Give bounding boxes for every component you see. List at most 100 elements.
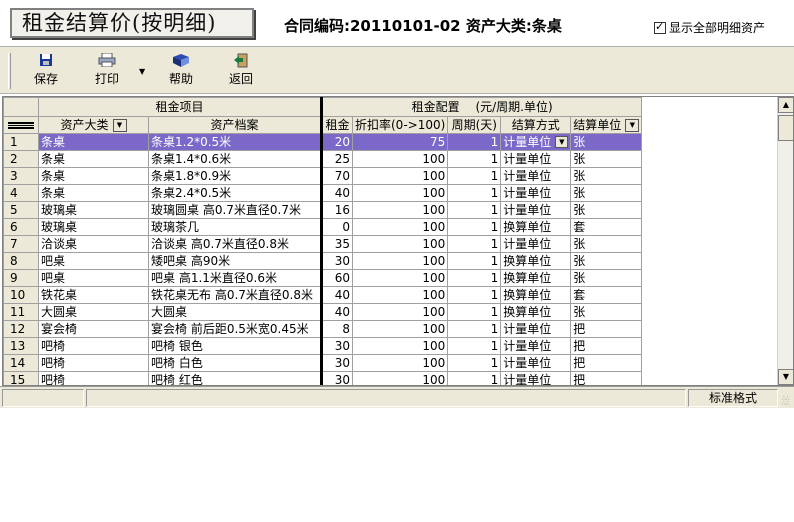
cell-archive[interactable]: 铁花桌无布 高0.7米直径0.8米 [148, 286, 323, 304]
cell-settle-method[interactable]: 计量单位 [500, 184, 572, 202]
cell-discount[interactable]: 100 [351, 320, 449, 338]
cell-category[interactable]: 铁花桌 [38, 286, 149, 304]
cell-category[interactable]: 条桌 [38, 133, 149, 151]
table-row[interactable]: 7 洽谈桌 洽谈桌 高0.7米直径0.8米 35 100 1 计量单位张 [3, 235, 643, 253]
cell-discount[interactable]: 100 [351, 252, 449, 270]
cell-period[interactable]: 1 [447, 286, 502, 304]
cell-rent[interactable]: 40 [321, 303, 353, 321]
cell-category[interactable]: 吧椅 [38, 371, 149, 385]
cell-archive[interactable]: 玻璃圆桌 高0.7米直径0.7米 [148, 201, 323, 219]
cell-settle-method[interactable]: 计量单位 [500, 354, 572, 372]
cell-rent[interactable]: 40 [321, 286, 353, 304]
cell-discount[interactable]: 100 [351, 184, 449, 202]
cell-settle-method[interactable]: 计量单位 [500, 150, 572, 168]
row-number[interactable]: 2 [3, 150, 39, 168]
column-header-category[interactable]: 资产大类 ▼ [38, 116, 149, 134]
table-row[interactable]: 8 吧桌 矮吧桌 高90米 30 100 1 换算单位张 [3, 252, 643, 270]
cell-category[interactable]: 玻璃桌 [38, 218, 149, 236]
row-number[interactable]: 11 [3, 303, 39, 321]
scroll-down-icon[interactable]: ▼ [778, 369, 793, 385]
column-header-period[interactable]: 周期(天) [447, 116, 502, 134]
cell-archive[interactable]: 吧椅 白色 [148, 354, 323, 372]
cell-settle-method[interactable]: 计量单位 [500, 201, 572, 219]
table-row[interactable]: 6 玻璃桌 玻璃茶几 0 100 1 换算单位套 [3, 218, 643, 236]
cell-discount[interactable]: 100 [351, 303, 449, 321]
cell-settle-unit[interactable]: 把 [570, 337, 643, 355]
row-number[interactable]: 15 [3, 371, 39, 385]
cell-rent[interactable]: 35 [321, 235, 353, 253]
cell-rent[interactable]: 30 [321, 354, 353, 372]
cell-rent[interactable]: 30 [321, 337, 353, 355]
cell-category[interactable]: 吧椅 [38, 337, 149, 355]
cell-discount[interactable]: 100 [351, 235, 449, 253]
row-number[interactable]: 3 [3, 167, 39, 185]
cell-period[interactable]: 1 [447, 133, 502, 151]
cell-archive[interactable]: 玻璃茶几 [148, 218, 323, 236]
cell-dropdown-icon[interactable]: ▼ [555, 135, 569, 148]
cell-archive[interactable]: 吧椅 银色 [148, 337, 323, 355]
scroll-up-icon[interactable]: ▲ [778, 97, 793, 113]
rent-grid[interactable]: 租金项目 租金配置 (元/周期.单位) 资产大类 ▼ 资产档案 租金 折扣率(0-… [2, 96, 794, 386]
cell-discount[interactable]: 100 [351, 218, 449, 236]
filter-dropdown-icon[interactable]: ▼ [112, 118, 127, 132]
cell-archive[interactable]: 大圆桌 [148, 303, 323, 321]
cell-settle-unit[interactable]: 把 [570, 320, 643, 338]
cell-settle-method[interactable]: 换算单位 [500, 303, 572, 321]
column-header-settle-unit[interactable]: 结算单位 ▼ [570, 116, 643, 134]
cell-category[interactable]: 吧椅 [38, 354, 149, 372]
table-row[interactable]: 9 吧桌 吧桌 高1.1米直径0.6米 60 100 1 换算单位张 [3, 269, 643, 287]
table-row[interactable]: 13 吧椅 吧椅 银色 30 100 1 计量单位把 [3, 337, 643, 355]
toolbar-grip[interactable] [8, 53, 11, 89]
select-all-corner[interactable] [3, 116, 39, 134]
cell-period[interactable]: 1 [447, 320, 502, 338]
cell-settle-method[interactable]: 换算单位 [500, 286, 572, 304]
cell-discount[interactable]: 100 [351, 371, 449, 385]
cell-period[interactable]: 1 [447, 218, 502, 236]
cell-rent[interactable]: 8 [321, 320, 353, 338]
cell-settle-method[interactable]: 计量单位 [500, 320, 572, 338]
cell-settle-method[interactable]: 计量单位 [500, 371, 572, 385]
cell-settle-unit[interactable]: 把 [570, 371, 643, 385]
cell-rent[interactable]: 40 [321, 184, 353, 202]
cell-settle-method[interactable]: 计量单位 [500, 235, 572, 253]
cell-discount[interactable]: 100 [351, 201, 449, 219]
cell-discount[interactable]: 100 [351, 286, 449, 304]
row-number[interactable]: 10 [3, 286, 39, 304]
table-row[interactable]: 12 宴会椅 宴会椅 前后距0.5米宽0.45米 8 100 1 计量单位把 [3, 320, 643, 338]
cell-category[interactable]: 洽谈桌 [38, 235, 149, 253]
table-row[interactable]: 11 大圆桌 大圆桌 40 100 1 换算单位张 [3, 303, 643, 321]
cell-settle-method[interactable]: 换算单位 [500, 252, 572, 270]
row-number[interactable]: 13 [3, 337, 39, 355]
cell-period[interactable]: 1 [447, 371, 502, 385]
cell-archive[interactable]: 洽谈桌 高0.7米直径0.8米 [148, 235, 323, 253]
cell-archive[interactable]: 条桌1.2*0.5米 [148, 133, 323, 151]
cell-settle-method[interactable]: 计量单位 ▼ [500, 133, 572, 151]
cell-settle-unit[interactable]: 张 [570, 303, 643, 321]
scroll-thumb[interactable] [778, 115, 793, 141]
cell-settle-unit[interactable]: 张 [570, 167, 643, 185]
table-row[interactable]: 1 条桌 条桌1.2*0.5米 20 75 1 计量单位 ▼ 张 [3, 133, 643, 151]
column-header-archive[interactable]: 资产档案 [148, 116, 323, 134]
cell-archive[interactable]: 条桌1.8*0.9米 [148, 167, 323, 185]
cell-rent[interactable]: 70 [321, 167, 353, 185]
cell-period[interactable]: 1 [447, 252, 502, 270]
table-row[interactable]: 4 条桌 条桌2.4*0.5米 40 100 1 计量单位张 [3, 184, 643, 202]
row-number[interactable]: 4 [3, 184, 39, 202]
cell-rent[interactable]: 0 [321, 218, 353, 236]
show-all-toggle[interactable]: 显示全部明细资产 [654, 19, 765, 36]
cell-period[interactable]: 1 [447, 354, 502, 372]
row-number[interactable]: 8 [3, 252, 39, 270]
cell-rent[interactable]: 25 [321, 150, 353, 168]
resize-grip-icon[interactable]: ∴∴ ∴∴ [782, 396, 792, 407]
cell-archive[interactable]: 条桌2.4*0.5米 [148, 184, 323, 202]
cell-rent[interactable]: 16 [321, 201, 353, 219]
row-number[interactable]: 7 [3, 235, 39, 253]
cell-discount[interactable]: 100 [351, 354, 449, 372]
save-button[interactable]: 保存 [21, 53, 71, 89]
cell-rent[interactable]: 30 [321, 371, 353, 385]
row-number[interactable]: 12 [3, 320, 39, 338]
column-header-discount[interactable]: 折扣率(0->100) [351, 116, 449, 134]
cell-period[interactable]: 1 [447, 201, 502, 219]
cell-archive[interactable]: 矮吧桌 高90米 [148, 252, 323, 270]
cell-period[interactable]: 1 [447, 303, 502, 321]
